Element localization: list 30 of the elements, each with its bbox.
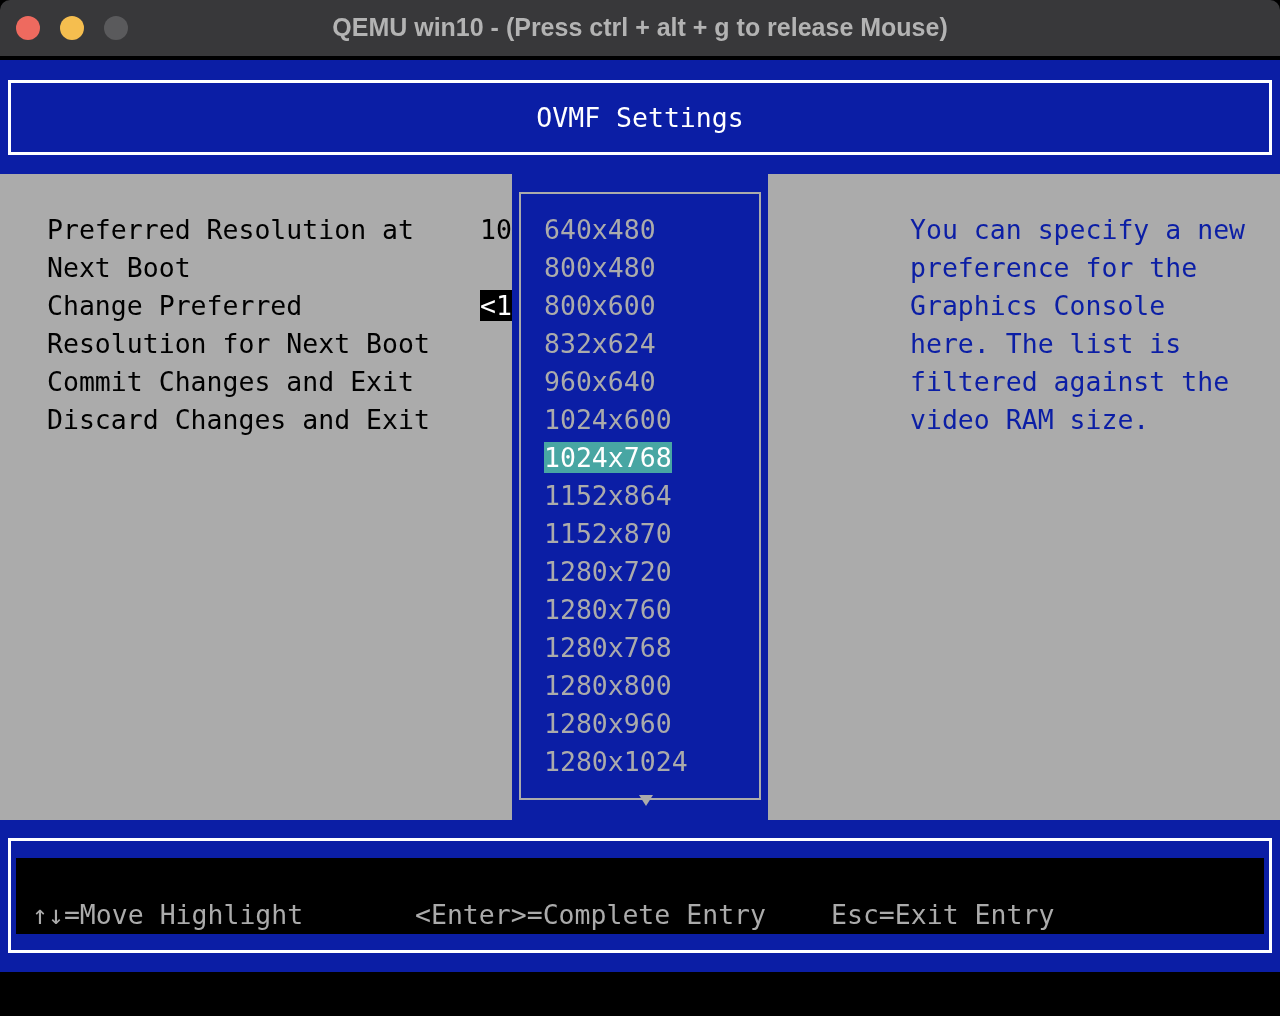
menu-item[interactable]: Discard Changes and Exit xyxy=(47,401,447,439)
resolution-option[interactable]: 1152x864 xyxy=(544,480,672,511)
key-hint: <Enter>=Complete Entry xyxy=(415,899,766,930)
resolution-option[interactable]: 1024x600 xyxy=(544,404,672,435)
resolution-option[interactable]: 1280x720 xyxy=(544,556,672,587)
resolution-option[interactable]: 800x600 xyxy=(544,290,656,321)
resolution-option[interactable]: 1280x760 xyxy=(544,594,672,625)
key-hint: ↑↓=Move Highlight xyxy=(32,899,304,930)
resolution-option[interactable]: 1024x768 xyxy=(544,442,672,473)
resolution-option[interactable]: 1280x800 xyxy=(544,670,672,701)
menu-item[interactable]: Preferred Resolution at Next Boot xyxy=(47,211,447,287)
menu-item[interactable]: Change Preferred Resolution for Next Boot xyxy=(47,287,447,363)
menu-value: <1 xyxy=(480,290,512,321)
resolution-option[interactable]: 1152x870 xyxy=(544,518,672,549)
resolution-option[interactable]: 1280x960 xyxy=(544,708,672,739)
window-title: QEMU win10 - (Press ctrl + alt + g to release Mouse) xyxy=(332,12,948,44)
resolution-option[interactable]: 1280x1024 xyxy=(544,746,688,777)
close-icon[interactable] xyxy=(16,16,40,40)
resolution-option[interactable]: 960x640 xyxy=(544,366,656,397)
menu-item[interactable]: Commit Changes and Exit xyxy=(47,363,447,401)
resolution-option[interactable]: 800x480 xyxy=(544,252,656,283)
resolution-option[interactable]: 1280x768 xyxy=(544,632,672,663)
resolution-option[interactable]: 640x480 xyxy=(544,214,656,245)
resolution-option[interactable]: 832x624 xyxy=(544,328,656,359)
menu-value: 10 xyxy=(480,214,512,245)
page-title: OVMF Settings xyxy=(536,100,744,135)
minimize-icon[interactable] xyxy=(60,16,84,40)
help-text: You can specify a new preference for the Graphics Console here. The list is filtered against the video RAM size. xyxy=(910,213,1247,437)
zoom-icon xyxy=(104,16,128,40)
key-hint: Esc=Exit Entry xyxy=(831,899,1055,930)
